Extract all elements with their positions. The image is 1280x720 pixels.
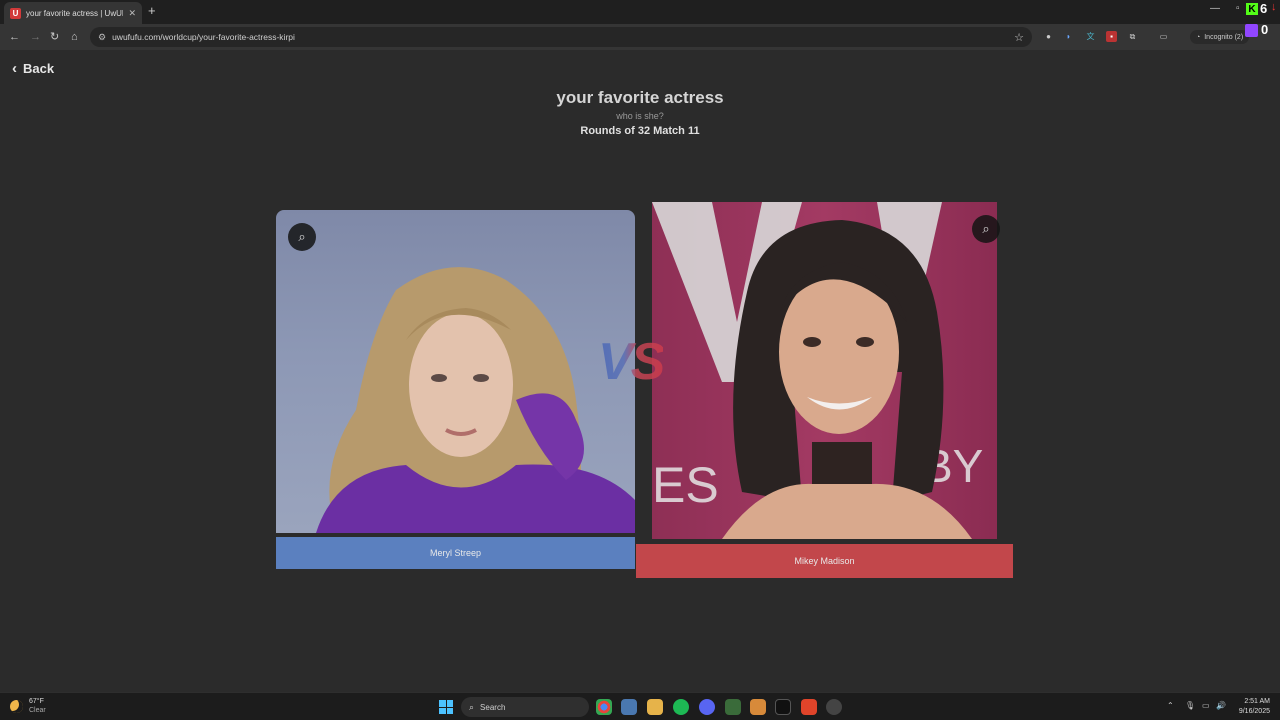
- terminal-icon[interactable]: [775, 699, 791, 715]
- side-panel-icon[interactable]: ▭: [1158, 31, 1169, 42]
- chevron-left-icon: ‹: [12, 59, 17, 77]
- toolbar: ← → ↻ ⌂ ⚙ uwufufu.com/worldcup/your-favo…: [0, 22, 1280, 50]
- address-bar[interactable]: ⚙ uwufufu.com/worldcup/your-favorite-act…: [90, 27, 1032, 47]
- portrait-mikey: ES BY F: [652, 202, 997, 539]
- contestant-photo-right[interactable]: ES BY F: [652, 202, 997, 539]
- zoom-in-icon[interactable]: ⌕: [288, 223, 316, 251]
- contestant-photo-left[interactable]: [276, 210, 635, 533]
- extension-icon[interactable]: ◗: [1063, 31, 1074, 42]
- minimize-icon[interactable]: —: [1210, 3, 1220, 14]
- extension-icon[interactable]: ●: [1043, 31, 1054, 42]
- incognito-indicator[interactable]: ◔ Incognito (2): [1190, 30, 1250, 44]
- kick-viewer-count: 6: [1260, 1, 1268, 16]
- page-subtitle: who is she?: [616, 111, 664, 121]
- back-nav-icon[interactable]: ←: [9, 29, 20, 45]
- taskbar-search[interactable]: ⌕ Search: [461, 697, 589, 717]
- site-info-icon[interactable]: ⚙: [98, 32, 106, 43]
- reload-icon[interactable]: ↻: [50, 29, 59, 45]
- windows-start-icon[interactable]: [439, 700, 453, 714]
- taskbar: 67°F Clear ⌕ Search ⌃ 🎙 ▭ 🔊 2:51 AM 9/16…: [0, 692, 1280, 720]
- task-view-icon[interactable]: [621, 699, 637, 715]
- extension-icon[interactable]: ▪: [1106, 31, 1117, 42]
- contestant-name-right[interactable]: Mikey Madison: [636, 544, 1013, 578]
- brave-icon[interactable]: [801, 699, 817, 715]
- chrome-icon[interactable]: [596, 699, 612, 715]
- tab-title: your favorite actress | UwUFUFU: [26, 8, 123, 18]
- new-tab-button[interactable]: +: [148, 4, 156, 18]
- incognito-label: Incognito (2): [1204, 33, 1244, 41]
- weather-temp: 67°F: [29, 698, 44, 705]
- discord-icon[interactable]: [699, 699, 715, 715]
- weather-desc: Clear: [29, 707, 46, 714]
- down-arrow-icon: ↓: [1271, 1, 1277, 13]
- chevron-up-icon[interactable]: ⌃: [1167, 701, 1174, 710]
- versus-label: VS: [598, 333, 665, 391]
- app-icon[interactable]: [750, 699, 766, 715]
- incognito-icon: ◔: [1196, 33, 1201, 41]
- search-label: Search: [480, 702, 506, 712]
- round-indicator: Rounds of 32 Match 11: [580, 125, 700, 137]
- close-tab-icon[interactable]: ✕: [128, 8, 136, 19]
- moon-icon: [10, 699, 23, 713]
- microphone-icon[interactable]: 🎙: [1185, 701, 1195, 710]
- tab-strip: U your favorite actress | UwUFUFU ✕ + — …: [0, 0, 1280, 24]
- bookmark-star-icon[interactable]: ☆: [1014, 31, 1024, 44]
- twitch-logo-icon: [1245, 24, 1258, 37]
- volume-icon[interactable]: 🔊: [1216, 701, 1226, 710]
- translate-extension-icon[interactable]: 文: [1085, 31, 1096, 42]
- clock-time: 2:51 AM: [1244, 698, 1270, 705]
- svg-text:ES: ES: [652, 457, 719, 513]
- back-button[interactable]: ‹ Back: [12, 59, 55, 77]
- url-text[interactable]: uwufufu.com/worldcup/your-favorite-actre…: [112, 32, 1008, 42]
- browser-tab[interactable]: U your favorite actress | UwUFUFU ✕: [4, 2, 142, 24]
- contestant-name-left[interactable]: Meryl Streep: [276, 537, 635, 569]
- forward-nav-icon[interactable]: →: [30, 29, 41, 45]
- zoom-in-icon[interactable]: ⌕: [972, 215, 1000, 243]
- network-icon[interactable]: ▭: [1202, 701, 1210, 710]
- app-icon[interactable]: [725, 699, 741, 715]
- twitch-viewer-count: 0: [1261, 22, 1269, 37]
- file-explorer-icon[interactable]: [647, 699, 663, 715]
- home-icon[interactable]: ⌂: [71, 29, 78, 45]
- kick-logo-icon: K: [1246, 3, 1258, 15]
- extensions-puzzle-icon[interactable]: ⧉: [1127, 31, 1138, 42]
- obs-icon[interactable]: [826, 699, 842, 715]
- weather-widget[interactable]: 67°F Clear: [10, 697, 46, 715]
- site-favicon: U: [10, 7, 21, 19]
- spotify-icon[interactable]: [673, 699, 689, 715]
- clock-date: 9/16/2025: [1238, 708, 1270, 715]
- page-title: your favorite actress: [556, 88, 724, 107]
- maximize-icon[interactable]: ▫: [1236, 3, 1240, 14]
- back-label: Back: [23, 61, 55, 76]
- system-clock[interactable]: 2:51 AM 9/16/2025: [1232, 697, 1270, 717]
- search-icon: ⌕: [469, 701, 475, 712]
- portrait-meryl: [316, 267, 635, 533]
